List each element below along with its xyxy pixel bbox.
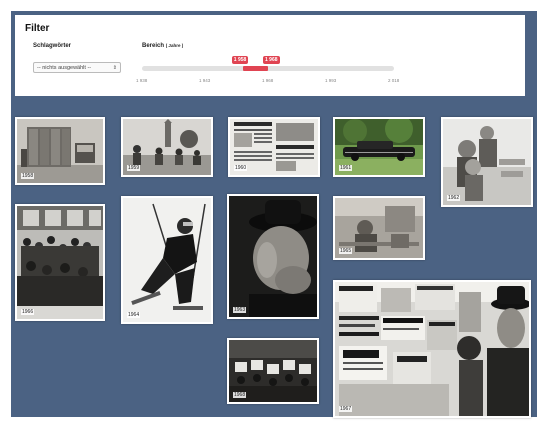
photo-card-1960[interactable]: 1960 (228, 117, 320, 177)
photo-year-label: 1968 (233, 392, 247, 398)
crowd-image (17, 206, 103, 319)
photo-card-1958[interactable]: 1958 (15, 117, 105, 185)
photo-1968-image: 1968 (229, 340, 317, 402)
photo-year-label: 1966 (21, 309, 35, 315)
photo-year-label: 1965 (339, 248, 353, 254)
photo-1958-image: 1958 (17, 119, 103, 183)
slider-tick-label: 1 938 (136, 78, 148, 83)
slider-tick-label: 2 018 (388, 78, 400, 83)
photo-1961-image: 1961 (335, 119, 423, 175)
photo-card-1964[interactable]: 1964 (121, 196, 213, 324)
children-image (443, 119, 531, 205)
portrait-image (229, 196, 317, 317)
skier-image (123, 198, 211, 322)
photo-year-label: 1960 (234, 165, 248, 171)
photo-year-label: 1964 (127, 312, 141, 318)
filter-panel: Filter Schlagwörter Bereich ( Jahre ) --… (15, 15, 525, 96)
slider-selected-range[interactable] (242, 66, 268, 71)
photo-year-label: 1963 (233, 307, 247, 313)
photo-year-label: 1962 (447, 195, 461, 201)
photo-card-1963[interactable]: 1963 (227, 194, 319, 319)
photo-1963-image: 1963 (229, 196, 317, 317)
range-unit: ( Jahre ) (165, 43, 184, 48)
photo-1960-image: 1960 (230, 119, 318, 175)
slider-tick-label: 1 993 (325, 78, 337, 83)
slider-tick-label: 1 943 (199, 78, 211, 83)
range-label: Bereich ( Jahre ) (142, 43, 183, 49)
photo-card-1965[interactable]: 1965 (333, 196, 425, 260)
filter-title: Filter (25, 23, 50, 34)
newsstand-image (335, 282, 529, 416)
photo-card-1968[interactable]: 1968 (227, 338, 319, 404)
select-arrows-icon: ⇕ (112, 65, 117, 71)
photo-1967-image: 1967 (335, 282, 529, 416)
photo-year-label: 1961 (339, 165, 353, 171)
keywords-label: Schlagwörter (33, 43, 72, 49)
photo-card-1967[interactable]: 1967 (333, 280, 531, 418)
photo-year-label: 1959 (127, 165, 141, 171)
photo-1966-image: 1966 (17, 206, 103, 319)
photo-card-1962[interactable]: 1962 (441, 117, 533, 207)
range-label-text: Bereich (142, 43, 165, 49)
photo-1964-image: 1964 (123, 198, 211, 322)
photo-card-1966[interactable]: 1966 (15, 204, 105, 321)
keywords-select-value: -- nichts ausgewählt -- (37, 65, 92, 71)
photo-1959-image: 1959 (123, 119, 211, 175)
photo-card-1959[interactable]: 1959 (121, 117, 213, 177)
range-max-handle-label[interactable]: 1 968 (263, 56, 280, 64)
photo-1962-image: 1962 (443, 119, 531, 205)
keywords-select[interactable]: -- nichts ausgewählt -- ⇕ (33, 62, 121, 73)
photo-1965-image: 1965 (335, 198, 423, 258)
photo-year-label: 1967 (339, 406, 353, 412)
photo-card-1961[interactable]: 1961 (333, 117, 425, 177)
range-min-handle-label[interactable]: 1 958 (231, 56, 249, 64)
year-range-slider[interactable] (142, 66, 394, 71)
photo-year-label: 1958 (21, 173, 35, 179)
slider-tick-label: 1 968 (262, 78, 274, 83)
